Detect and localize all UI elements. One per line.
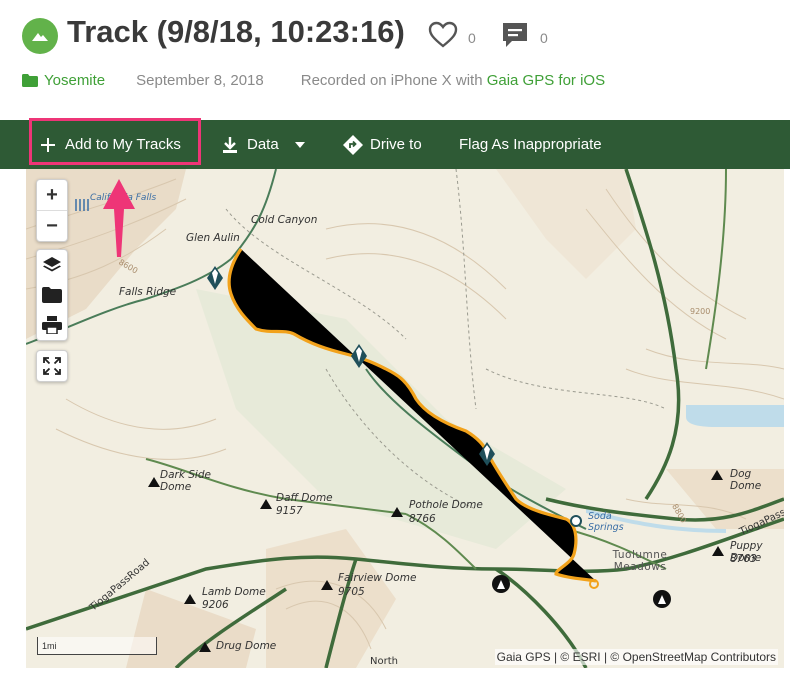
map-label: Glen Aulin (186, 232, 240, 244)
map-label: Daff Dome (276, 492, 333, 504)
map-label: TiogaPassRoad (88, 557, 153, 614)
comment-icon (503, 23, 527, 47)
drive-to-label: Drive to (370, 136, 422, 153)
map-label: Fairview Dome (338, 572, 417, 584)
map-label: Drug Dome (216, 640, 277, 652)
zoom-out-button[interactable]: − (37, 211, 67, 241)
like-count: 0 (468, 29, 476, 46)
scale-bar: 1mi (37, 637, 157, 655)
page-title: Track (9/8/18, 10:23:16) (67, 14, 405, 49)
recorded-prefix: Recorded on iPhone X with (300, 72, 487, 89)
map-label: Falls Ridge (119, 286, 177, 298)
directions-icon (343, 134, 363, 155)
map-label: Soda Springs (588, 511, 624, 533)
expand-icon (43, 357, 61, 375)
map-label: North (370, 656, 398, 667)
map-label: Lamb Dome (202, 586, 266, 598)
zoom-control: + − (36, 179, 68, 242)
track-meta: Yosemite September 8, 2018 Recorded on i… (22, 72, 605, 89)
map-label: 9157 (276, 505, 303, 517)
map-label: 8763 (730, 553, 757, 565)
map-label: 8766 (409, 513, 436, 525)
data-dropdown-button[interactable]: Data (221, 120, 305, 169)
map-label: 9705 (338, 586, 365, 598)
folder-label: Yosemite (44, 72, 106, 89)
track-date: September 8, 2018 (136, 72, 264, 89)
comment-button[interactable]: 0 (500, 21, 548, 49)
flag-inappropriate-button[interactable]: Flag As Inappropriate (459, 120, 602, 169)
printer-icon (42, 316, 62, 334)
map-labels: California Falls Glen Aulin Cold Canyon … (26, 169, 784, 668)
heart-icon (428, 21, 458, 48)
layers-button[interactable] (37, 250, 67, 280)
map-label: 9200 (690, 307, 711, 316)
map-label: 9206 (202, 599, 229, 611)
folder-icon (22, 74, 38, 87)
layers-icon (43, 257, 61, 272)
map-attribution: Gaia GPS | © ESRI | © OpenStreetMap Cont… (494, 649, 778, 665)
like-button[interactable]: 0 (428, 21, 476, 48)
drive-to-button[interactable]: Drive to (343, 120, 422, 169)
track-header: Track (9/8/18, 10:23:16) 0 0 Yosemite Se… (0, 0, 790, 118)
flag-label: Flag As Inappropriate (459, 136, 602, 153)
fullscreen-control (36, 350, 68, 382)
recorded-on: Recorded on iPhone X with Gaia GPS for i… (301, 72, 605, 89)
map-label: Cold Canyon (251, 214, 318, 226)
caret-down-icon (294, 141, 305, 148)
pointer-arrow-icon (103, 179, 135, 257)
print-button[interactable] (37, 310, 67, 340)
folder-icon (42, 287, 62, 303)
folder-link[interactable]: Yosemite (22, 72, 105, 89)
map-label: Tuolumne Meadows (612, 549, 668, 573)
map-label: 8800 (670, 502, 689, 525)
map-label: Dark Side Dome (160, 469, 211, 493)
fullscreen-button[interactable] (37, 351, 67, 381)
map-label: Dog Dome (730, 468, 762, 492)
map-tools-control (36, 249, 68, 341)
app-link[interactable]: Gaia GPS for iOS (487, 72, 605, 89)
map-label: TiogaPass (737, 507, 784, 538)
zoom-in-button[interactable]: + (37, 180, 67, 210)
map-label: Pothole Dome (409, 499, 483, 511)
map-view[interactable]: California Falls Glen Aulin Cold Canyon … (26, 169, 784, 668)
track-type-icon (22, 18, 58, 54)
map-label: 8600 (117, 257, 140, 276)
download-icon (223, 136, 237, 153)
highlight-box (29, 118, 201, 165)
folders-button[interactable] (37, 280, 67, 310)
comment-count: 0 (540, 30, 548, 46)
data-label: Data (247, 136, 279, 153)
